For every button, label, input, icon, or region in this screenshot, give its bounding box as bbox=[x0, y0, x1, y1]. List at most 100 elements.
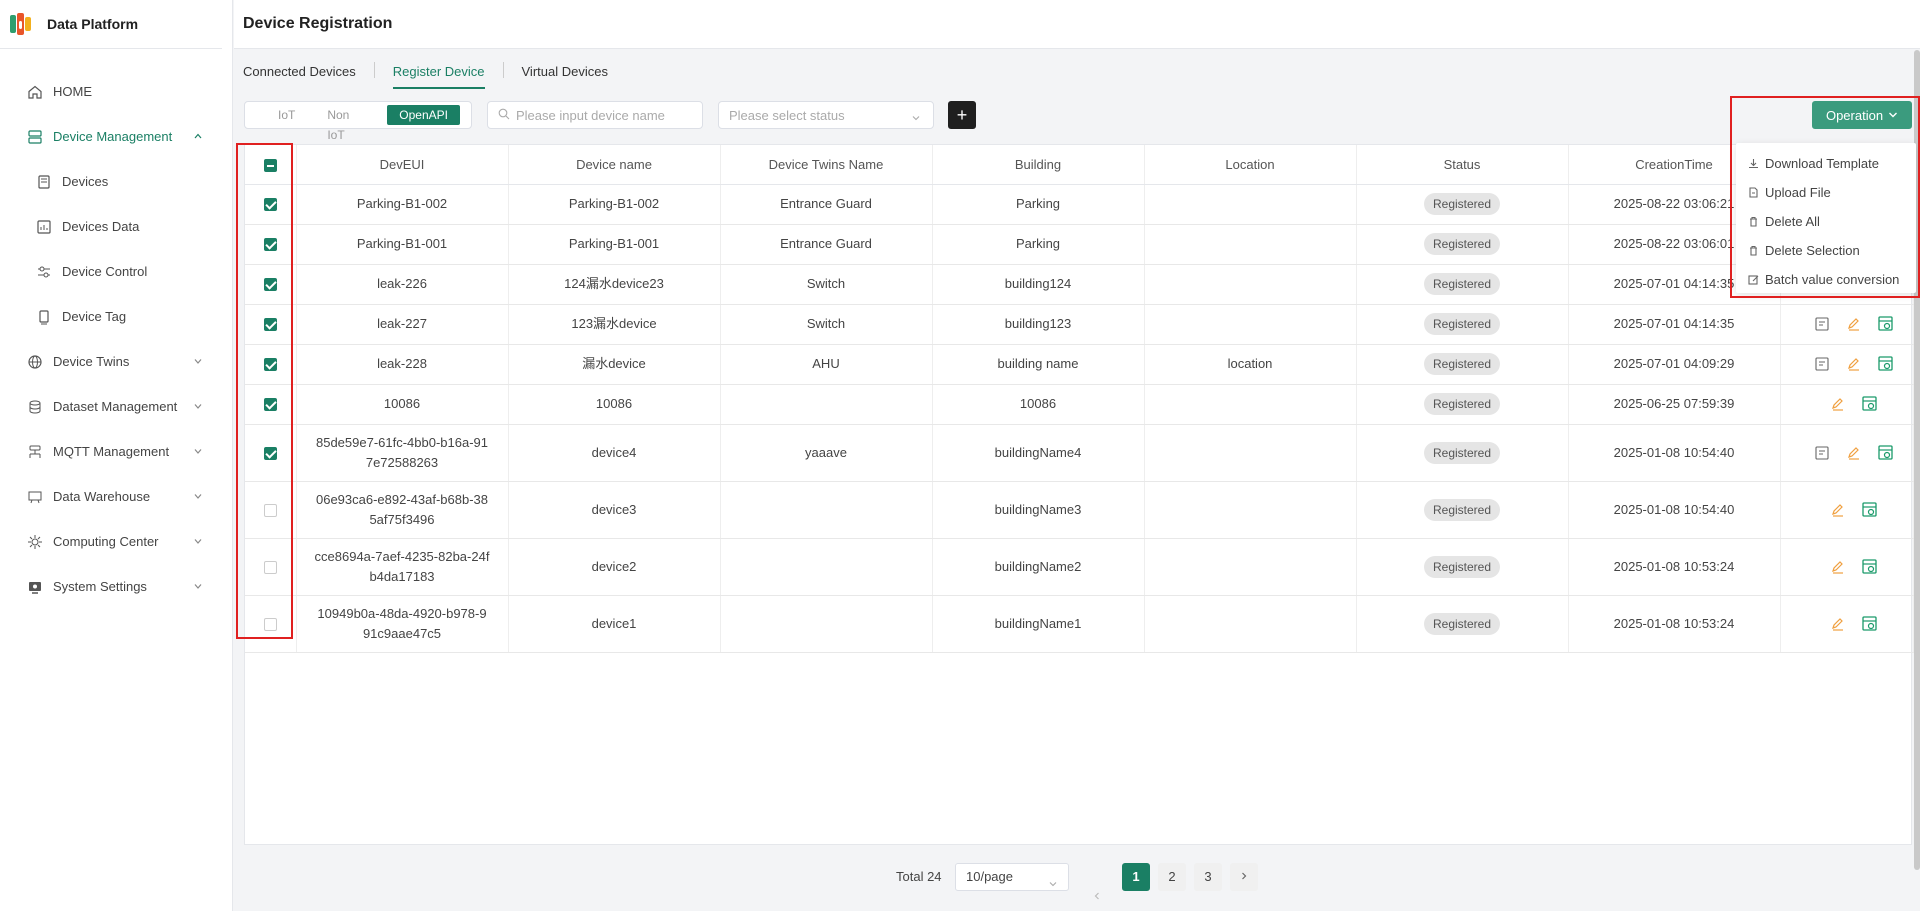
cell-deveui: 06e93ca6-e892-43af-b68b-385af75f3496 bbox=[296, 481, 509, 539]
sidebar-item-system-settings[interactable]: System Settings bbox=[0, 564, 232, 609]
table-row[interactable]: Parking-B1-001 Parking-B1-001 Entrance Gua… bbox=[245, 224, 1914, 265]
row-checkbox[interactable] bbox=[263, 358, 277, 372]
prev-page-button[interactable] bbox=[1083, 863, 1111, 900]
table-row[interactable]: Parking-B1-002 Parking-B1-002 Entrance Gua… bbox=[245, 184, 1914, 225]
cell-status: Registered bbox=[1356, 538, 1569, 596]
search-input[interactable] bbox=[516, 107, 696, 123]
cell-status: Registered bbox=[1356, 384, 1569, 425]
edit-icon[interactable] bbox=[1845, 355, 1863, 373]
tab-register-device[interactable]: Register Device bbox=[392, 64, 485, 89]
menu-item-delete-all[interactable]: Delete All bbox=[1736, 207, 1916, 236]
cell-device-name: device4 bbox=[508, 424, 721, 482]
menu-item-download-template[interactable]: Download Template bbox=[1736, 149, 1916, 178]
view-icon[interactable] bbox=[1877, 444, 1895, 462]
status-badge: Registered bbox=[1423, 273, 1501, 295]
warehouse-icon bbox=[27, 489, 43, 505]
page-button-2[interactable]: 2 bbox=[1158, 863, 1186, 891]
page-button-3[interactable]: 3 bbox=[1194, 863, 1222, 891]
status-badge: Registered bbox=[1423, 498, 1501, 521]
detail-icon[interactable] bbox=[1813, 444, 1831, 462]
status-badge: Registered bbox=[1423, 313, 1501, 335]
status-badge: Registered bbox=[1423, 193, 1501, 215]
table-row[interactable]: cce8694a-7aef-4235-82ba-24fb4da17183 devi… bbox=[245, 538, 1914, 596]
menu-item-batch-value-conversion[interactable]: Batch value conversion bbox=[1736, 265, 1916, 294]
add-device-button[interactable]: + bbox=[948, 101, 976, 129]
sidebar-item-label: HOME bbox=[53, 84, 92, 99]
tab-connected-devices[interactable]: Connected Devices bbox=[243, 64, 356, 89]
operation-menu: Download Template Upload File Delete All… bbox=[1736, 143, 1916, 293]
row-checkbox[interactable] bbox=[263, 278, 277, 292]
detail-icon[interactable] bbox=[1813, 315, 1831, 333]
view-icon[interactable] bbox=[1861, 615, 1879, 633]
view-icon[interactable] bbox=[1861, 395, 1879, 413]
menu-item-delete-selection[interactable]: Delete Selection bbox=[1736, 236, 1916, 265]
row-select-cell bbox=[245, 424, 297, 482]
next-page-button[interactable] bbox=[1230, 863, 1258, 891]
edit-icon[interactable] bbox=[1829, 501, 1847, 519]
page-button-1[interactable]: 1 bbox=[1122, 863, 1150, 891]
status-select[interactable]: Please select status bbox=[718, 101, 934, 129]
cell-building: building name bbox=[932, 344, 1145, 385]
table-row[interactable]: 06e93ca6-e892-43af-b68b-385af75f3496 devi… bbox=[245, 481, 1914, 539]
column-header[interactable]: Device Twins Name bbox=[720, 145, 933, 185]
tab-virtual-devices[interactable]: Virtual Devices bbox=[522, 64, 608, 89]
edit-icon[interactable] bbox=[1845, 315, 1863, 333]
page-size-select[interactable]: 10/page bbox=[955, 863, 1069, 891]
cell-twins-name: AHU bbox=[720, 344, 933, 385]
row-actions bbox=[1781, 395, 1913, 413]
row-checkbox[interactable] bbox=[263, 446, 277, 460]
view-icon[interactable] bbox=[1861, 501, 1879, 519]
row-checkbox[interactable] bbox=[263, 503, 277, 517]
edit-icon[interactable] bbox=[1829, 395, 1847, 413]
view-icon[interactable] bbox=[1877, 355, 1895, 373]
segment-non-iot[interactable]: Non IoT bbox=[315, 105, 379, 142]
table-row[interactable]: 10949b0a-48da-4920-b978-991c9aae47c5 devi… bbox=[245, 595, 1914, 653]
sidebar-item-computing-center[interactable]: Computing Center bbox=[0, 519, 232, 564]
table-row[interactable]: 10086 10086 10086 Registered 2025-06-25 07:5… bbox=[245, 384, 1914, 425]
cell-status: Registered bbox=[1356, 184, 1569, 225]
row-checkbox[interactable] bbox=[263, 398, 277, 412]
column-header[interactable]: Status bbox=[1356, 145, 1569, 185]
table-row[interactable]: 85de59e7-61fc-4bb0-b16a-917e72588263 devi… bbox=[245, 424, 1914, 482]
segment-openapi[interactable]: OpenAPI bbox=[387, 105, 460, 125]
segment-iot[interactable]: IoT bbox=[266, 105, 307, 125]
column-header[interactable]: DevEUI bbox=[296, 145, 509, 185]
cell-location bbox=[1144, 538, 1357, 596]
sidebar: Data Platform HOME Device Management Dev… bbox=[0, 0, 233, 911]
menu-item-upload-file[interactable]: Upload File bbox=[1736, 178, 1916, 207]
row-checkbox[interactable] bbox=[263, 318, 277, 332]
chevron-down-icon bbox=[1048, 872, 1058, 898]
edit-icon[interactable] bbox=[1845, 444, 1863, 462]
edit-icon[interactable] bbox=[1829, 615, 1847, 633]
table-row[interactable]: leak-226 124漏水device23 Switch building124 Re… bbox=[245, 264, 1914, 305]
view-icon[interactable] bbox=[1877, 315, 1895, 333]
select-all-checkbox[interactable] bbox=[263, 158, 277, 172]
sidebar-item-data-warehouse[interactable]: Data Warehouse bbox=[0, 474, 232, 519]
column-header[interactable]: Location bbox=[1144, 145, 1357, 185]
sidebar-item-dataset-management[interactable]: Dataset Management bbox=[0, 384, 232, 429]
sidebar-item-device-tag[interactable]: Device Tag bbox=[0, 294, 232, 339]
operation-button[interactable]: Operation bbox=[1812, 101, 1912, 129]
row-checkbox[interactable] bbox=[263, 560, 277, 574]
view-icon[interactable] bbox=[1861, 558, 1879, 576]
device-type-segmented: IoT Non IoT OpenAPI bbox=[244, 101, 472, 142]
sidebar-item-home[interactable]: HOME bbox=[0, 69, 232, 114]
sidebar-item-devices[interactable]: Devices bbox=[0, 159, 232, 204]
sidebar-item-device-management[interactable]: Device Management bbox=[0, 114, 232, 159]
sidebar-item-devices-data[interactable]: Devices Data bbox=[0, 204, 232, 249]
column-header[interactable]: Device name bbox=[508, 145, 721, 185]
detail-icon[interactable] bbox=[1813, 355, 1831, 373]
table-row[interactable]: leak-228 漏水device AHU building name location… bbox=[245, 344, 1914, 385]
row-checkbox[interactable] bbox=[263, 238, 277, 252]
row-checkbox[interactable] bbox=[263, 617, 277, 631]
chevron-down-icon bbox=[192, 355, 204, 367]
sidebar-item-device-control[interactable]: Device Control bbox=[0, 249, 232, 294]
sidebar-item-device-twins[interactable]: Device Twins bbox=[0, 339, 232, 384]
sidebar-item-mqtt-management[interactable]: MQTT Management bbox=[0, 429, 232, 474]
edit-icon[interactable] bbox=[1829, 558, 1847, 576]
cell-location bbox=[1144, 184, 1357, 225]
pagination: Total 24 10/page 1 2 3 bbox=[234, 862, 1920, 900]
row-checkbox[interactable] bbox=[263, 198, 277, 212]
table-row[interactable]: leak-227 123漏水device Switch building123 Regi… bbox=[245, 304, 1914, 345]
column-header[interactable]: Building bbox=[932, 145, 1145, 185]
